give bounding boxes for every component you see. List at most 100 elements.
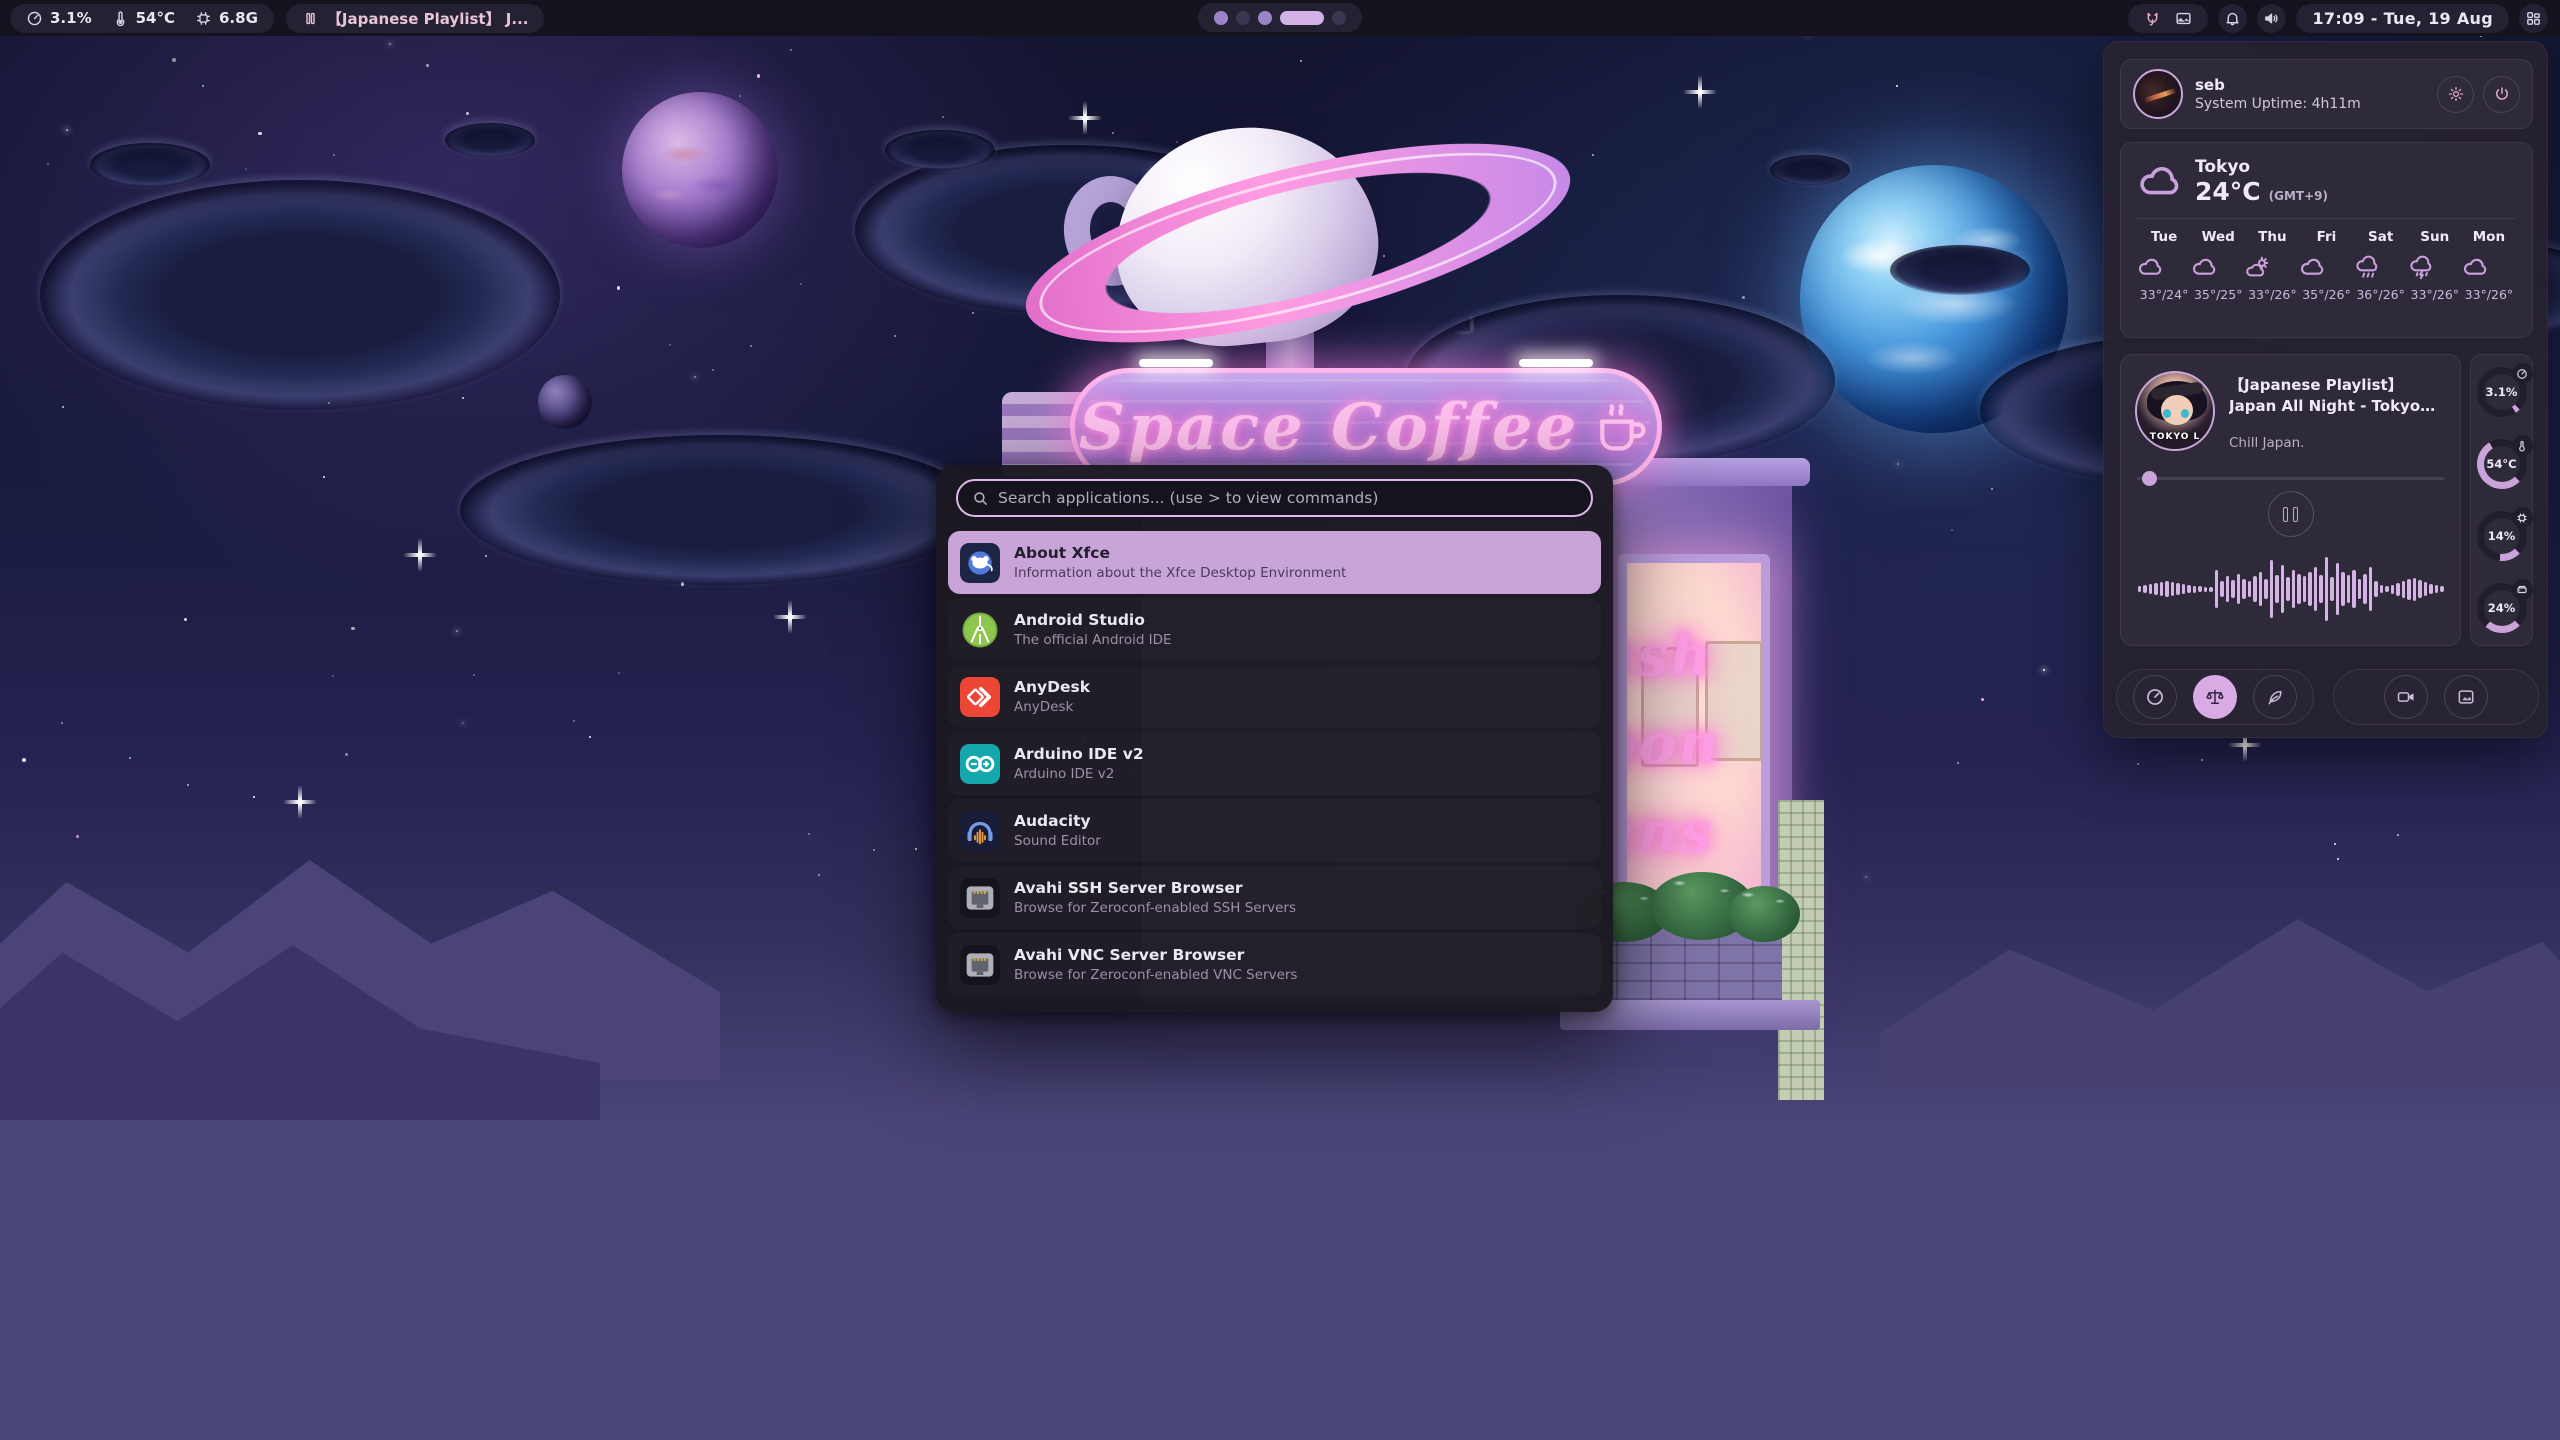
disk-icon xyxy=(2516,584,2528,596)
window-neon-text: oon xyxy=(1618,711,1720,777)
gauge-icon xyxy=(26,10,43,27)
audacity-icon xyxy=(960,811,1000,851)
forecast-day: Wed 35°/25° xyxy=(2191,229,2245,302)
media-pill[interactable]: 【Japanese Playlist】 J... xyxy=(286,4,545,33)
app-row-audacity[interactable]: AudacitySound Editor xyxy=(948,799,1601,862)
clock[interactable]: 17:09 - Tue, 19 Aug xyxy=(2296,4,2509,33)
avatar xyxy=(2133,69,2183,119)
search-box[interactable] xyxy=(956,479,1593,517)
pause-button[interactable] xyxy=(2268,491,2314,537)
cloud-icon xyxy=(2191,254,2218,281)
media-progress-dot[interactable] xyxy=(2142,471,2157,486)
avahi-icon xyxy=(960,945,1000,985)
volume-button[interactable] xyxy=(2257,4,2286,33)
system-gauges-card: 3.1% 54°C 14% 24% xyxy=(2470,354,2533,646)
chip-icon xyxy=(195,10,212,27)
tray-cat-icon[interactable] xyxy=(2144,10,2161,27)
notifications-button[interactable] xyxy=(2218,4,2247,33)
video-camera-icon xyxy=(2396,687,2416,707)
small-moon xyxy=(538,375,592,429)
powersave-profile-button[interactable] xyxy=(2253,675,2297,719)
scales-icon xyxy=(2205,687,2225,707)
system-tray xyxy=(2128,4,2208,33)
pause-icon xyxy=(302,10,319,27)
forecast-day: Thu 33°/26° xyxy=(2245,229,2299,302)
ram-gauge: 14% xyxy=(2477,511,2527,561)
workspace-dot[interactable] xyxy=(1214,11,1228,25)
system-uptime: System Uptime: 4h11m xyxy=(2195,96,2428,112)
memory-stat: 6.8G xyxy=(195,9,258,27)
performance-profile-button[interactable] xyxy=(2133,675,2177,719)
cloud-icon xyxy=(2299,254,2326,281)
anydesk-icon xyxy=(960,677,1000,717)
wallpaper-tray-icon[interactable] xyxy=(2175,10,2192,27)
arduino-icon xyxy=(960,744,1000,784)
screenshot-icon xyxy=(2456,687,2476,707)
chip-icon xyxy=(2516,512,2528,524)
app-row-android-studio[interactable]: Android StudioThe official Android IDE xyxy=(948,598,1601,661)
workspace-dot[interactable] xyxy=(1258,11,1272,25)
utility-group xyxy=(2333,669,2539,725)
workspace-dot[interactable] xyxy=(1236,11,1250,25)
divider xyxy=(2137,218,2516,219)
app-row-avahi-vnc[interactable]: Avahi VNC Server BrowserBrowse for Zeroc… xyxy=(948,933,1601,996)
forecast-day: Fri 35°/26° xyxy=(2299,229,2353,302)
power-button[interactable] xyxy=(2483,76,2520,113)
avahi-icon xyxy=(960,878,1000,918)
plant-bush xyxy=(1728,886,1800,942)
forecast-day: Sat 36°/26° xyxy=(2354,229,2408,302)
app-row-anydesk[interactable]: AnyDeskAnyDesk xyxy=(948,665,1601,728)
forecast-day: Tue 33°/24° xyxy=(2137,229,2191,302)
temp-stat: 54°C xyxy=(112,9,175,27)
sign-lamp xyxy=(1519,359,1593,367)
storm-cloud-icon xyxy=(2408,254,2435,281)
media-progress-bar[interactable] xyxy=(2137,471,2444,485)
audio-visualizer xyxy=(2135,545,2446,633)
bell-icon xyxy=(2224,10,2241,27)
purple-planet xyxy=(622,92,778,248)
forecast-day: Mon 33°/26° xyxy=(2462,229,2516,302)
forecast-day: Sun 33°/26° xyxy=(2408,229,2462,302)
rain-cloud-icon xyxy=(2354,254,2381,281)
settings-button[interactable] xyxy=(2437,76,2474,113)
gear-icon xyxy=(2447,85,2465,103)
power-profile-group xyxy=(2116,669,2314,725)
weather-card: Tokyo 24°C (GMT+9) Tue 33°/24° Wed 35°/2… xyxy=(2120,142,2533,338)
app-row-about-xfce[interactable]: About XfceInformation about the Xfce Des… xyxy=(948,531,1601,594)
window-neon-text: esh xyxy=(1618,623,1713,689)
app-row-avahi-ssh[interactable]: Avahi SSH Server BrowserBrowse for Zeroc… xyxy=(948,866,1601,929)
pause-icon xyxy=(2283,507,2288,522)
android-studio-icon xyxy=(960,610,1000,650)
progress-track xyxy=(2137,477,2444,480)
workspace-dot[interactable] xyxy=(1280,11,1324,25)
search-input[interactable] xyxy=(998,489,1577,507)
balanced-profile-button[interactable] xyxy=(2193,675,2237,719)
power-icon xyxy=(2493,85,2511,103)
system-stats-pill[interactable]: 3.1% 54°C 6.8G xyxy=(10,4,274,33)
speaker-icon xyxy=(2263,10,2280,27)
grid-icon xyxy=(2525,10,2542,27)
app-launcher: About XfceInformation about the Xfce Des… xyxy=(936,465,1613,1012)
user-name: seb xyxy=(2195,76,2428,94)
cpu-stat: 3.1% xyxy=(26,9,92,27)
gauge-icon xyxy=(2145,687,2165,707)
workspace-dot[interactable] xyxy=(1332,11,1346,25)
media-player-card: TOKYO L 【Japanese Playlist】 Japan All Ni… xyxy=(2120,354,2461,646)
xfce-icon xyxy=(960,543,1000,583)
app-row-arduino[interactable]: Arduino IDE v2Arduino IDE v2 xyxy=(948,732,1601,795)
sun-cloud-icon xyxy=(2245,254,2272,281)
screenshot-button[interactable] xyxy=(2444,675,2488,719)
window-neon-text: ans xyxy=(1618,799,1714,865)
tiled-pillar xyxy=(1778,800,1824,1100)
neon-coffee-cup-icon xyxy=(1589,395,1653,459)
disk-gauge: 24% xyxy=(2477,583,2527,633)
screen-record-button[interactable] xyxy=(2384,675,2428,719)
sign-lamp xyxy=(1139,359,1213,367)
dashboard-button[interactable] xyxy=(2519,4,2548,33)
top-bar: 3.1% 54°C 6.8G 【Japanese Playlist】 J... xyxy=(0,0,2560,36)
weather-temp: 24°C xyxy=(2195,177,2261,206)
album-art-text: TOKYO L xyxy=(2137,432,2213,442)
app-list: About XfceInformation about the Xfce Des… xyxy=(948,531,1601,1000)
search-icon xyxy=(972,490,989,507)
cloud-icon xyxy=(2137,159,2183,205)
